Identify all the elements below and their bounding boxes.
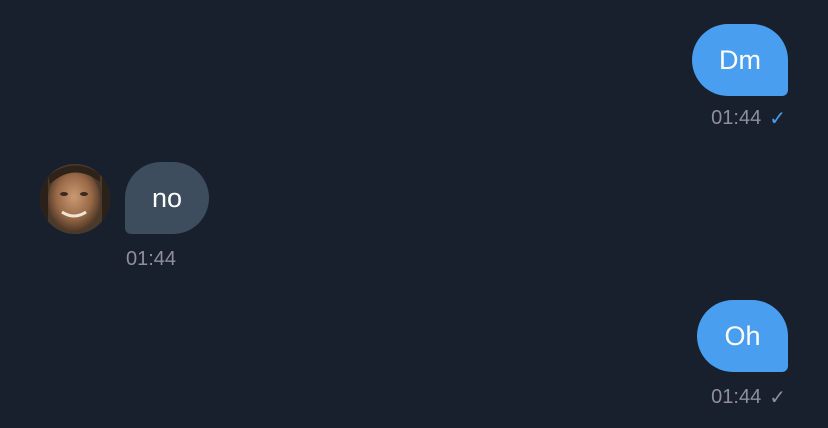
read-check-icon: ✓ (769, 107, 786, 130)
avatar-photo-icon (40, 164, 110, 234)
message-text: Oh (724, 320, 761, 351)
chat-messages-area[interactable]: Dm 01:44 ✓ no 01:44 Oh 01:44 ✓ (0, 0, 828, 428)
contact-avatar[interactable] (40, 164, 110, 234)
sent-check-icon: ✓ (769, 386, 786, 409)
message-meta: 01:44 ✓ (711, 107, 786, 130)
message-text: Dm (719, 44, 761, 75)
message-timestamp: 01:44 (126, 248, 177, 270)
outgoing-message-bubble[interactable]: Dm (692, 24, 788, 96)
message-timestamp: 01:44 (711, 107, 762, 129)
message-text: no (151, 182, 183, 213)
outgoing-message-bubble[interactable]: Oh (697, 300, 788, 372)
incoming-message-bubble[interactable]: no (125, 162, 209, 234)
message-timestamp: 01:44 (711, 386, 762, 408)
message-meta: 01:44 ✓ (711, 386, 786, 409)
message-meta: 01:44 (126, 248, 176, 271)
